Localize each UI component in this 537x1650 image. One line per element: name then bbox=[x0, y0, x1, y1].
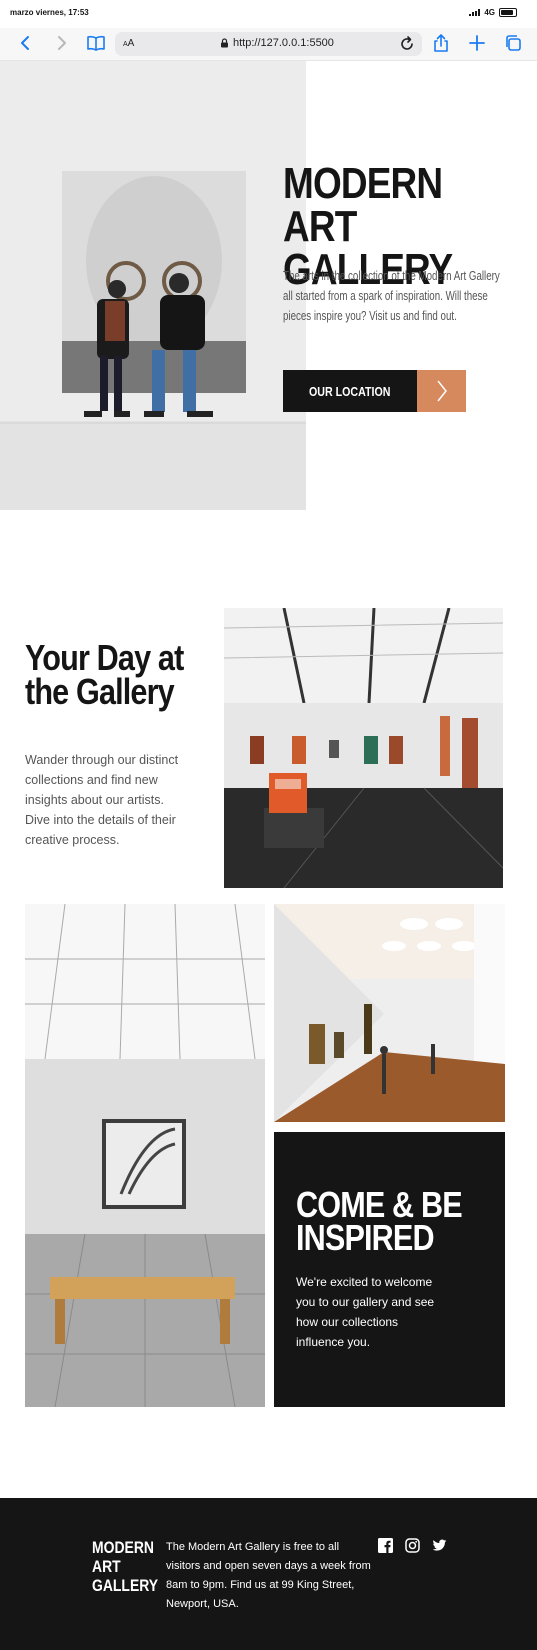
inspire-description: We're excited to welcome you to our gall… bbox=[296, 1275, 435, 1349]
network-label: 4G bbox=[484, 8, 495, 17]
hero-description: The arts in the collection of the Modern… bbox=[283, 268, 500, 323]
footer-logo[interactable]: MODERN ART GALLERY bbox=[92, 1538, 158, 1595]
signal-icon bbox=[469, 9, 481, 16]
address-bar[interactable]: AA http://127.0.0.1:5500 bbox=[115, 32, 422, 56]
share-icon[interactable] bbox=[431, 33, 451, 53]
footer-text: The Modern Art Gallery is free to all vi… bbox=[166, 1541, 371, 1610]
battery-icon bbox=[499, 8, 517, 17]
text-size-button[interactable]: AA bbox=[123, 38, 134, 49]
lock-icon bbox=[221, 38, 228, 48]
facebook-icon[interactable] bbox=[378, 1538, 393, 1553]
our-location-label: OUR LOCATION bbox=[309, 383, 391, 399]
twitter-icon[interactable] bbox=[432, 1538, 447, 1553]
forward-icon[interactable] bbox=[51, 33, 71, 53]
inspire-card: COME & BE INSPIRED We're excited to welco… bbox=[274, 1132, 505, 1407]
status-bar: marzo viernes, 17:53 4G bbox=[0, 0, 537, 28]
our-location-button[interactable]: OUR LOCATION bbox=[283, 370, 466, 412]
back-icon[interactable] bbox=[16, 33, 36, 53]
corridor-image bbox=[274, 904, 505, 1122]
day-description: Wander through our distinct collections … bbox=[25, 753, 179, 847]
reload-icon[interactable] bbox=[398, 35, 416, 53]
instagram-icon[interactable] bbox=[405, 1538, 420, 1553]
social-links bbox=[378, 1538, 447, 1553]
hero-image bbox=[0, 61, 306, 510]
bookmarks-icon[interactable] bbox=[86, 33, 106, 53]
day-title: Your Day at the Gallery bbox=[25, 637, 184, 712]
browser-toolbar: AA http://127.0.0.1:5500 bbox=[0, 28, 537, 61]
chevron-right-icon bbox=[417, 370, 466, 412]
inspire-title: COME & BE INSPIRED bbox=[296, 1184, 463, 1258]
gallery-hall-image bbox=[224, 608, 503, 888]
new-tab-icon[interactable] bbox=[467, 33, 487, 53]
url-text: http://127.0.0.1:5500 bbox=[233, 37, 334, 49]
bench-room-image bbox=[25, 904, 265, 1407]
footer: MODERN ART GALLERY The Modern Art Gallery … bbox=[0, 1498, 537, 1650]
status-indicators: 4G bbox=[469, 8, 517, 17]
tabs-icon[interactable] bbox=[503, 33, 523, 53]
status-time: marzo viernes, 17:53 bbox=[10, 8, 89, 17]
